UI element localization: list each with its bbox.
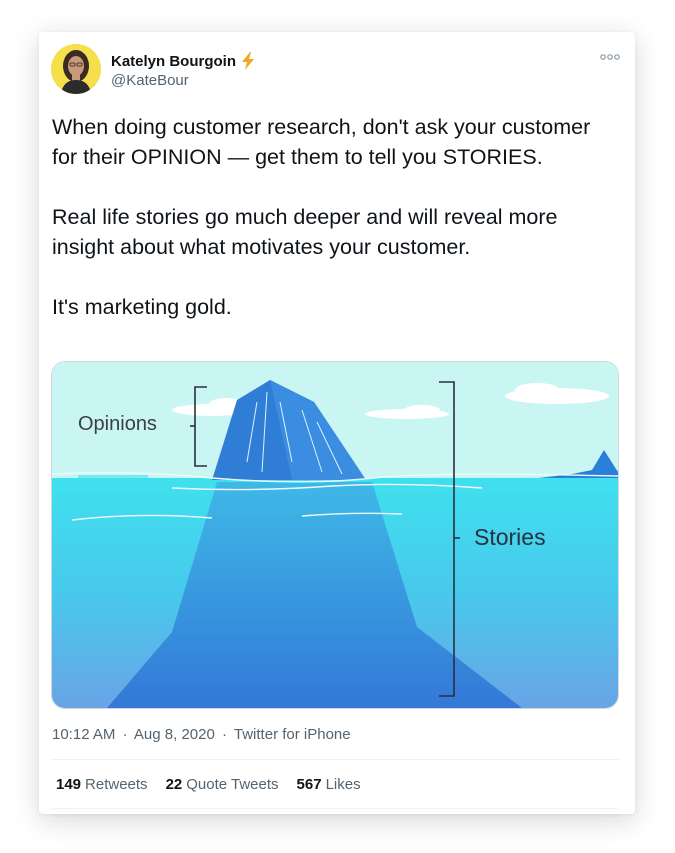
tweet-stats: 149 Retweets 22 Quote Tweets 567 Likes (56, 776, 361, 793)
meta-separator: · (221, 726, 227, 743)
iceberg-illustration: Opinions Stories (52, 362, 618, 708)
tweet-meta: 10:12 AM · Aug 8, 2020 · Twitter for iPh… (52, 726, 354, 743)
tweet-text: When doing customer research, don't ask … (52, 112, 612, 322)
tweet-time[interactable]: 10:12 AM (52, 726, 115, 743)
quote-tweets-label: Quote Tweets (186, 776, 279, 793)
likes-label: Likes (325, 776, 361, 793)
author-name-row[interactable]: Katelyn Bourgoin (111, 52, 256, 70)
tweet-card: Katelyn Bourgoin @KateBour When doing cu… (39, 32, 635, 814)
stories-label: Stories (474, 524, 546, 550)
divider (51, 759, 619, 760)
tweet-paragraph: When doing customer research, don't ask … (52, 115, 591, 169)
quote-tweets-count: 22 (165, 776, 183, 793)
quote-tweets-stat[interactable]: 22 Quote Tweets (166, 776, 279, 793)
tweet-source[interactable]: Twitter for iPhone (234, 726, 351, 743)
author-name[interactable]: Katelyn Bourgoin (111, 53, 236, 70)
likes-stat[interactable]: 567 Likes (297, 776, 361, 793)
likes-count: 567 (296, 776, 322, 793)
tweet-paragraph: It's marketing gold. (52, 295, 232, 319)
retweets-count: 149 (56, 776, 82, 793)
divider (51, 808, 619, 809)
tweet-image[interactable]: Opinions Stories (51, 361, 619, 709)
tweet-paragraph: Real life stories go much deeper and wil… (52, 205, 558, 259)
meta-separator: · (122, 726, 128, 743)
tweet-date[interactable]: Aug 8, 2020 (134, 726, 215, 743)
author-handle[interactable]: @KateBour (111, 72, 189, 89)
avatar[interactable] (51, 44, 101, 94)
opinions-label: Opinions (78, 413, 157, 435)
retweets-stat[interactable]: 149 Retweets (56, 776, 148, 793)
lightning-bolt-icon (242, 52, 255, 70)
more-options-icon[interactable] (599, 50, 621, 64)
avatar-image (51, 44, 101, 94)
retweets-label: Retweets (85, 776, 148, 793)
